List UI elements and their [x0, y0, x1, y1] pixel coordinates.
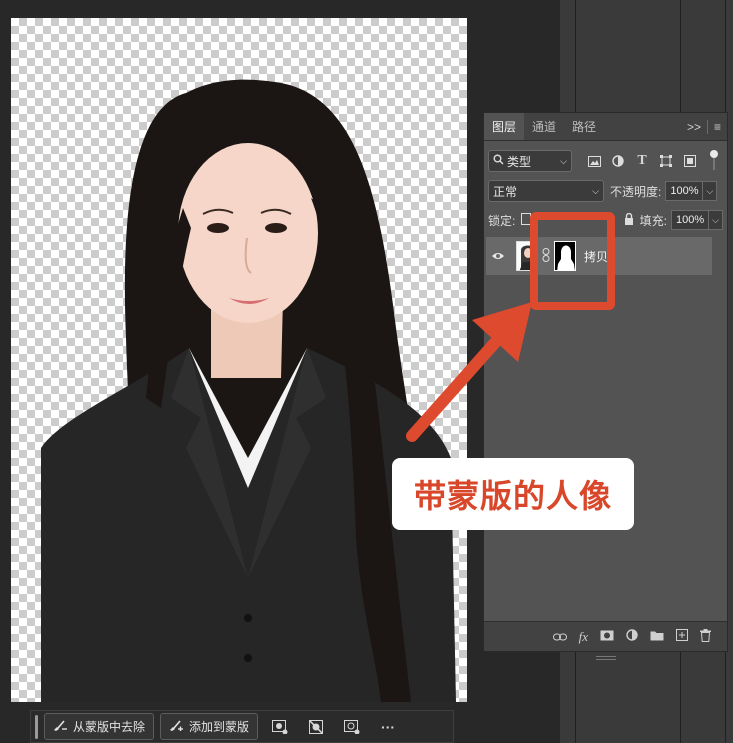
fill-label: 填充:	[639, 213, 667, 228]
new-layer-icon[interactable]	[676, 629, 688, 644]
collapse-panel-icon[interactable]: >>	[687, 120, 701, 134]
link-layers-icon[interactable]	[552, 630, 567, 644]
mask-settings-icon[interactable]	[266, 719, 294, 734]
eye-icon[interactable]	[486, 251, 510, 261]
drag-handle[interactable]	[35, 714, 38, 739]
blend-mode-select[interactable]: 正常 ⌵	[488, 180, 604, 202]
callout-label: 带蒙版的人像	[392, 458, 634, 530]
panel-menu: >> ≡	[687, 113, 721, 141]
callout-arrow	[406, 302, 532, 442]
type-layer-filter-icon[interactable]: T	[634, 153, 650, 169]
opacity-input[interactable]: 100%	[665, 181, 704, 201]
blend-row: 正常 ⌵ 不透明度: 100% ⌵	[484, 179, 729, 203]
chevron-down-icon: ⌵	[592, 185, 599, 196]
more-options-icon[interactable]: ···	[374, 719, 402, 735]
add-to-mask-button[interactable]: 添加到蒙版	[160, 713, 259, 740]
subtract-from-mask-label: 从蒙版中去除	[73, 720, 146, 734]
subtract-from-mask-button[interactable]: 从蒙版中去除	[44, 713, 155, 740]
portrait-image	[41, 79, 456, 702]
invert-mask-icon[interactable]	[338, 719, 366, 734]
fill-input[interactable]: 100%	[671, 210, 709, 230]
add-to-mask-label: 添加到蒙版	[189, 720, 250, 734]
search-icon	[493, 154, 504, 168]
document-canvas[interactable]	[11, 18, 467, 702]
mask-highlight-box	[530, 212, 615, 310]
layer-filter-row: 类型 ⌵ T	[484, 149, 729, 173]
smart-object-filter-icon[interactable]	[682, 153, 698, 169]
new-group-folder-icon[interactable]	[650, 630, 664, 644]
panel-menu-icon[interactable]: ≡	[714, 120, 721, 134]
filter-type-select[interactable]: 类型 ⌵	[488, 150, 572, 172]
brush-plus-icon	[169, 719, 184, 734]
tab-paths[interactable]: 路径	[564, 113, 604, 140]
filter-type-value: 类型	[507, 154, 532, 169]
lock-all-icon[interactable]	[624, 212, 634, 228]
adjustment-layer-filter-icon[interactable]	[610, 153, 626, 169]
shape-layer-filter-icon[interactable]	[658, 153, 674, 169]
lock-label: 锁定:	[488, 213, 516, 228]
panel-tab-bar: 图层 通道 路径 >> ≡	[484, 113, 727, 141]
new-adjustment-layer-icon[interactable]	[626, 629, 638, 644]
blend-mode-value: 正常	[493, 184, 518, 199]
opacity-label: 不透明度:	[610, 184, 662, 199]
filter-icons: T	[586, 153, 698, 169]
contextual-task-bar: 从蒙版中去除 添加到蒙版 ···	[30, 710, 454, 743]
panel-resize-handle[interactable]	[596, 656, 616, 660]
panel-menu-divider	[706, 120, 708, 134]
tab-layers[interactable]: 图层	[484, 113, 525, 140]
tab-channels[interactable]: 通道	[524, 113, 564, 140]
delete-layer-trash-icon[interactable]	[700, 628, 711, 645]
fill-dropdown-icon[interactable]: ⌵	[709, 210, 723, 230]
filter-toggle-switch[interactable]	[710, 150, 718, 172]
brush-minus-icon	[53, 719, 67, 734]
disable-mask-icon[interactable]	[302, 719, 330, 734]
add-mask-icon[interactable]	[600, 630, 614, 644]
chevron-down-icon: ⌵	[560, 155, 567, 166]
pixel-layer-filter-icon[interactable]	[586, 153, 602, 169]
layers-panel-footer: fx	[484, 621, 727, 651]
layer-style-fx-icon[interactable]: fx	[579, 629, 588, 645]
opacity-dropdown-icon[interactable]: ⌵	[703, 181, 718, 201]
workspace: 图层 通道 路径 >> ≡ 类型 ⌵ T 正常 ⌵ 不透明度: 100% ⌵ 锁…	[0, 0, 733, 743]
